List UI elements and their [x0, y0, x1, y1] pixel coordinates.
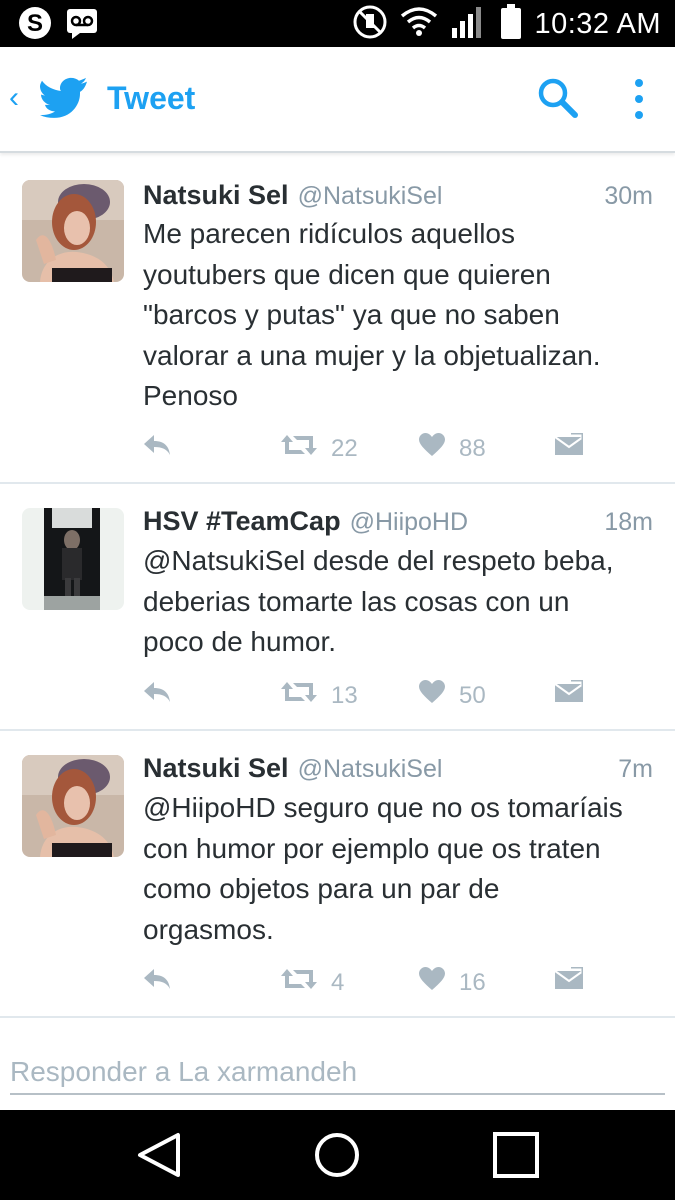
- envelope-icon: [554, 431, 585, 464]
- reply-icon: [142, 967, 172, 998]
- tweet-text-line: valorar a una mujer y la objetualizan.: [143, 339, 601, 371]
- tweet-timestamp: 30m: [604, 182, 653, 210]
- search-icon[interactable]: [537, 77, 579, 124]
- home-circle-icon[interactable]: [313, 1131, 361, 1184]
- author-name[interactable]: HSV #TeamCap: [143, 506, 341, 537]
- tweet-text-line: "barcos y putas" ya que no saben: [143, 299, 560, 330]
- avatar[interactable]: [22, 180, 124, 282]
- retweet-icon: [281, 680, 317, 711]
- like-button[interactable]: 16: [419, 967, 486, 998]
- like-count: 50: [459, 681, 486, 709]
- reply-button[interactable]: [142, 967, 172, 998]
- signal-icon: [450, 4, 488, 45]
- wifi-icon: [400, 6, 438, 43]
- retweet-button[interactable]: 4: [281, 967, 344, 998]
- tweet-text-line: @HiipoHD seguro que no os tomaríais: [143, 792, 623, 823]
- reply-icon: [142, 433, 172, 464]
- like-button[interactable]: 50: [419, 680, 486, 711]
- tweet[interactable]: Natsuki Sel @NatsukiSel 7m @HiipoHD segu…: [0, 731, 675, 1018]
- battery-icon: [500, 3, 522, 45]
- like-count: 16: [459, 968, 486, 996]
- recents-square-icon[interactable]: [492, 1131, 540, 1184]
- direct-message-button[interactable]: [554, 965, 585, 998]
- tweet-text-line: deberias tomarte las cosas con un: [143, 585, 570, 617]
- heart-icon: [419, 680, 445, 711]
- tweet-text-line: poco de humor.: [143, 626, 337, 657]
- tweet-text-line: orgasmos.: [143, 913, 274, 945]
- tweet[interactable]: HSV #TeamCap @HiipoHD 18m @NatsukiSel de…: [0, 484, 675, 731]
- tweet-text: Me parecen ridículos aquellos youtubers …: [143, 214, 653, 417]
- author-name[interactable]: Natsuki Sel: [143, 180, 289, 211]
- tweet-timestamp: 18m: [604, 508, 653, 536]
- author-handle[interactable]: @HiipoHD: [350, 508, 468, 537]
- back-chevron-icon[interactable]: ‹: [9, 81, 19, 115]
- author-handle[interactable]: @NatsukiSel: [298, 182, 443, 211]
- tweet-text-line: Me parecen ridículos aquellos: [143, 218, 515, 249]
- retweet-count: 22: [331, 434, 358, 462]
- tweet-actions: 22 88: [0, 431, 675, 465]
- tweet-timestamp: 7m: [618, 755, 653, 783]
- twitter-bird-icon[interactable]: [40, 77, 88, 124]
- reply-button[interactable]: [142, 433, 172, 464]
- reply-composer: [0, 1020, 675, 1112]
- reply-input[interactable]: [10, 1050, 665, 1095]
- author-handle[interactable]: @NatsukiSel: [298, 755, 443, 784]
- heart-icon: [419, 433, 445, 464]
- tweet-text-line: con humor por ejemplo que os traten: [143, 832, 601, 864]
- like-button[interactable]: 88: [419, 433, 486, 464]
- status-bar: S 10:32 AM: [0, 0, 675, 47]
- author-name[interactable]: Natsuki Sel: [143, 753, 289, 784]
- retweet-button[interactable]: 22: [281, 433, 358, 464]
- retweet-button[interactable]: 13: [281, 680, 358, 711]
- tweet-actions: 4 16: [0, 965, 675, 999]
- retweet-icon: [281, 433, 317, 464]
- app-bar: ‹ Tweet: [0, 47, 675, 153]
- do-not-disturb-icon: [352, 4, 388, 45]
- tweet-text-line: youtubers que dicen que quieren: [143, 258, 551, 290]
- tweet-text-line: como objetos para un par de: [143, 873, 500, 904]
- system-nav-bar: [0, 1110, 675, 1200]
- tweet-text-line: Penoso: [143, 380, 238, 411]
- like-count: 88: [459, 434, 486, 462]
- heart-icon: [419, 967, 445, 998]
- svg-text:S: S: [27, 10, 43, 37]
- page-title: Tweet: [107, 80, 196, 116]
- envelope-icon: [554, 965, 585, 998]
- voicemail-icon: [66, 6, 98, 45]
- tweet[interactable]: Natsuki Sel @NatsukiSel 30m Me parecen r…: [0, 153, 675, 484]
- retweet-count: 4: [331, 968, 345, 996]
- avatar[interactable]: [22, 508, 124, 610]
- tweet-text-line: @NatsukiSel desde del respeto beba,: [143, 545, 614, 576]
- reply-icon: [142, 680, 172, 711]
- envelope-icon: [554, 678, 585, 711]
- retweet-icon: [281, 967, 317, 998]
- tweet-text: @HiipoHD seguro que no os tomaríais con …: [143, 788, 653, 950]
- back-triangle-icon[interactable]: [136, 1131, 182, 1184]
- direct-message-button[interactable]: [554, 678, 585, 711]
- clock: 10:32 AM: [534, 7, 661, 40]
- tweet-text: @NatsukiSel desde del respeto beba, debe…: [143, 541, 653, 663]
- reply-button[interactable]: [142, 680, 172, 711]
- retweet-count: 13: [331, 681, 358, 709]
- direct-message-button[interactable]: [554, 431, 585, 464]
- skype-icon: S: [18, 6, 52, 45]
- avatar[interactable]: [22, 755, 124, 857]
- overflow-menu-icon[interactable]: [632, 77, 646, 126]
- tweet-actions: 13 50: [0, 678, 675, 712]
